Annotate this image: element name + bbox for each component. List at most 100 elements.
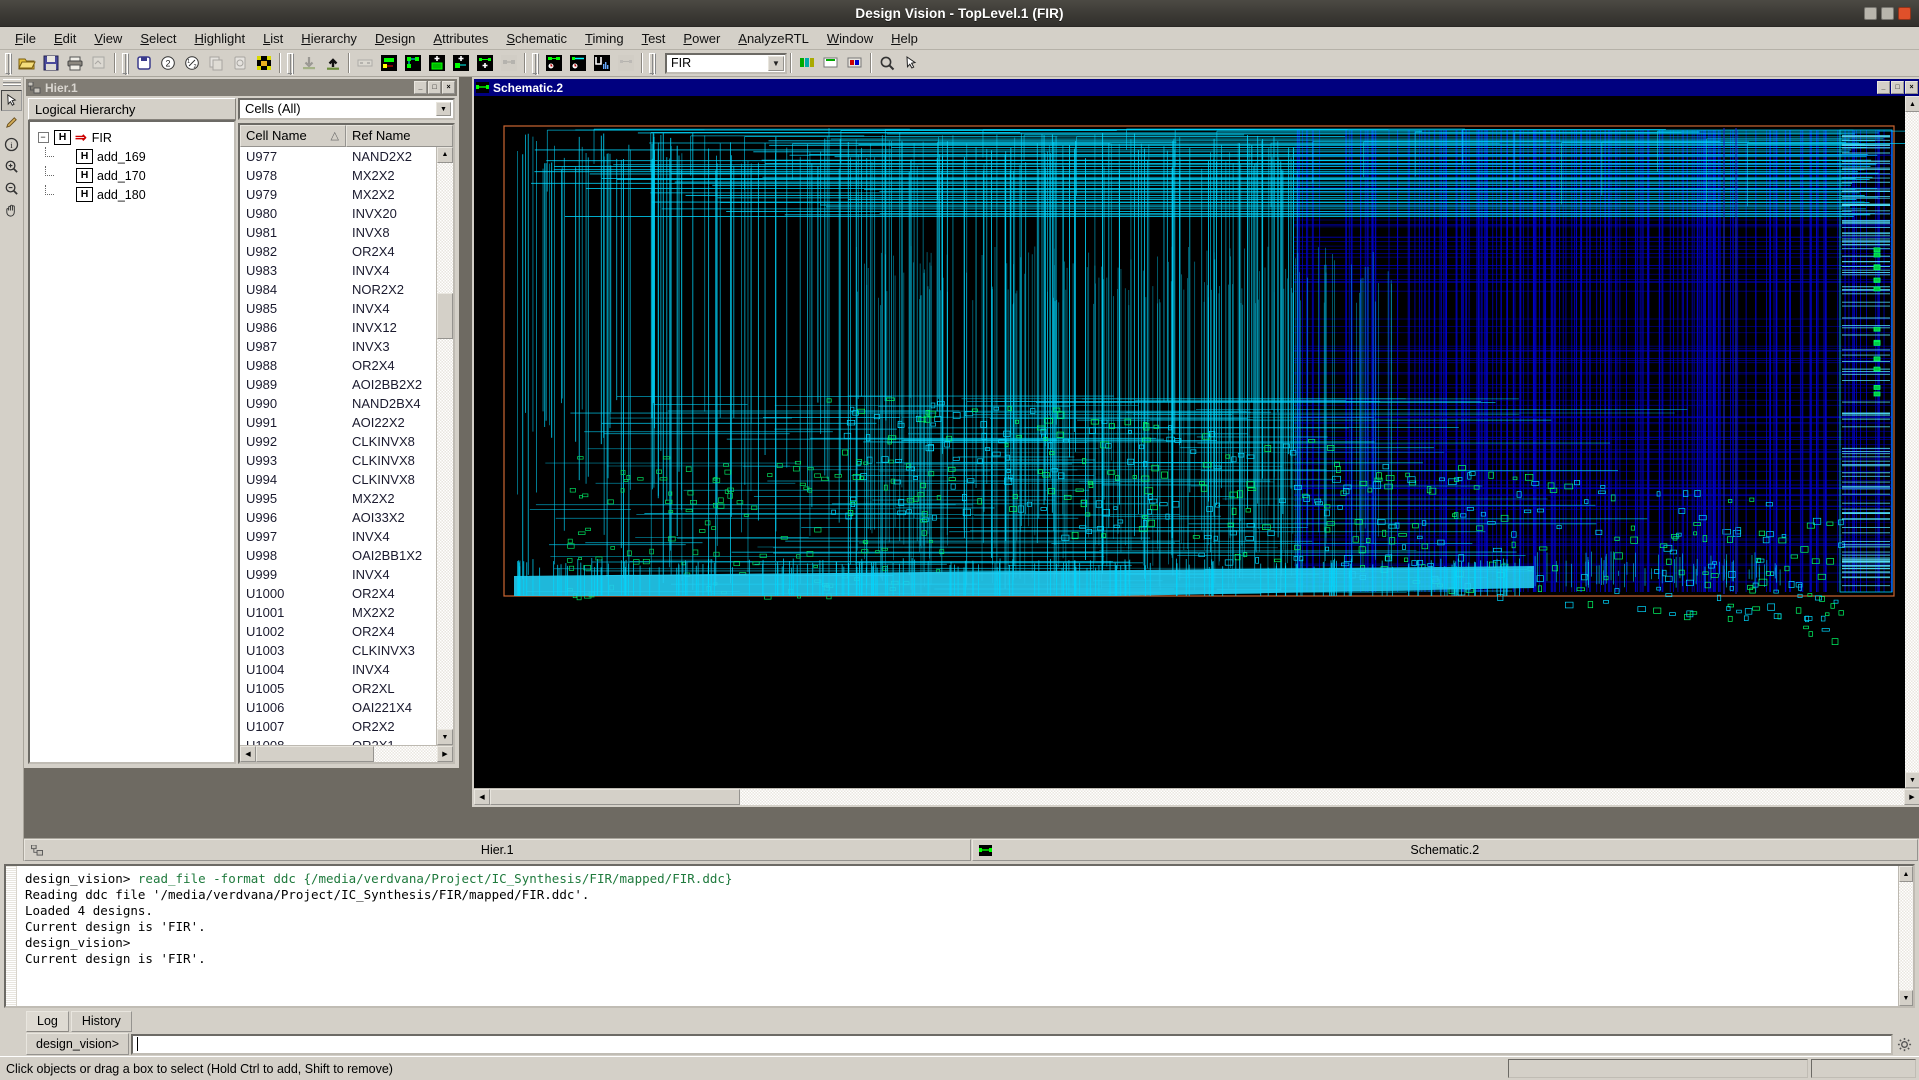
table-row[interactable]: U981 INVX8 (240, 223, 436, 242)
schematic-scroll-left-button[interactable]: ◀ (474, 789, 490, 805)
menu-list[interactable]: List (254, 29, 292, 48)
schematic-vscrollbar[interactable]: ▲ ▼ (1905, 96, 1919, 788)
table-row[interactable]: U1002 OR2X4 (240, 622, 436, 641)
menu-view[interactable]: View (85, 29, 131, 48)
table-row[interactable]: U997 INVX4 (240, 527, 436, 546)
menu-file[interactable]: File (6, 29, 45, 48)
scroll-left-button[interactable]: ◀ (240, 746, 256, 762)
remove-icon[interactable] (498, 52, 520, 74)
table-row[interactable]: U996 AOI33X2 (240, 508, 436, 527)
toolbar-grip-3[interactable] (287, 52, 294, 75)
table-row[interactable]: U998 OAI2BB1X2 (240, 546, 436, 565)
table-row[interactable]: U986 INVX12 (240, 318, 436, 337)
table-row[interactable]: U994 CLKINVX8 (240, 470, 436, 489)
schematic-minimize-button[interactable]: _ (1877, 81, 1890, 94)
zoom-in-tool[interactable] (1, 156, 22, 177)
command-input[interactable] (131, 1033, 1893, 1055)
list-cells-icon[interactable] (354, 52, 376, 74)
annotate-pencil-tool[interactable] (1, 112, 22, 133)
menu-attributes[interactable]: Attributes (424, 29, 497, 48)
log-vscroll-track[interactable] (1899, 882, 1913, 990)
table-row[interactable]: U999 INVX4 (240, 565, 436, 584)
table-row[interactable]: U989 AOI2BB2X2 (240, 375, 436, 394)
schematic-maximize-button[interactable]: □ (1891, 81, 1904, 94)
tree-item-add_170[interactable]: Hadd_170 (34, 166, 230, 185)
schematic-hscroll-thumb[interactable] (490, 789, 740, 805)
zoom-fit-icon[interactable] (876, 52, 898, 74)
highlight-toggle-icon[interactable] (844, 52, 866, 74)
table-row[interactable]: U984 NOR2X2 (240, 280, 436, 299)
schematic-net-icon[interactable] (402, 52, 424, 74)
chevron-down-icon[interactable]: ▼ (436, 102, 451, 116)
vscroll-track[interactable] (437, 162, 453, 729)
schematic-vscroll-track[interactable] (1905, 112, 1919, 772)
toolbar-grip-5[interactable] (649, 52, 656, 75)
menu-edit[interactable]: Edit (45, 29, 85, 48)
menu-schematic[interactable]: Schematic (497, 29, 576, 48)
window-maximize-button[interactable] (1881, 6, 1894, 20)
tree-item-add_169[interactable]: Hadd_169 (34, 147, 230, 166)
column-header-ref-name[interactable]: Ref Name (346, 124, 453, 147)
menu-window[interactable]: Window (818, 29, 882, 48)
history-step-2-icon[interactable]: 2 (157, 52, 179, 74)
log-scroll-up-button[interactable]: ▲ (1899, 866, 1913, 882)
cells-table-body[interactable]: U977 NAND2X2 U978 MX2X2 U979 MX2X2 U980 INVX20 U… (240, 147, 436, 745)
menu-test[interactable]: Test (633, 29, 675, 48)
table-row[interactable]: U980 INVX20 (240, 204, 436, 223)
table-row[interactable]: U1008OR2X1 (240, 736, 436, 745)
toolbar-grip-2[interactable] (122, 52, 129, 75)
copy-icon[interactable] (205, 52, 227, 74)
command-prompt-label[interactable]: design_vision> (26, 1033, 130, 1055)
hier-close-button[interactable]: × (442, 81, 455, 94)
log-vscrollbar[interactable]: ▲ ▼ (1898, 866, 1913, 1006)
tool-palette-grip[interactable] (2, 79, 21, 86)
help-pointer-icon[interactable] (900, 52, 922, 74)
schematic-cell-icon[interactable] (378, 52, 400, 74)
schematic-hscrollbar[interactable]: ◀ ▶ (474, 788, 1919, 805)
menu-analyzertl[interactable]: AnalyzeRTL (729, 29, 818, 48)
table-row[interactable]: U992 CLKINVX8 (240, 432, 436, 451)
print-icon[interactable] (64, 52, 86, 74)
cells-table-vscrollbar[interactable]: ▲ ▼ (436, 146, 453, 745)
window-close-button[interactable] (1898, 6, 1911, 20)
toolbar-grip-4[interactable] (532, 52, 539, 75)
tree-expander[interactable]: − (34, 132, 54, 143)
table-row[interactable]: U987 INVX3 (240, 337, 436, 356)
menu-timing[interactable]: Timing (576, 29, 633, 48)
table-row[interactable]: U1003 CLKINVX3 (240, 641, 436, 660)
window-minimize-button[interactable] (1864, 6, 1877, 20)
schematic-canvas[interactable] (474, 96, 1919, 788)
push-down-icon[interactable] (298, 52, 320, 74)
menu-help[interactable]: Help (882, 29, 927, 48)
table-row[interactable]: U1007 OR2X2 (240, 717, 436, 736)
add-pin-icon[interactable] (474, 52, 496, 74)
toolbar-grip[interactable] (5, 52, 12, 75)
vscroll-thumb[interactable] (437, 292, 453, 339)
table-row[interactable]: U991 AOI22X2 (240, 413, 436, 432)
menu-hierarchy[interactable]: Hierarchy (292, 29, 366, 48)
scroll-right-button[interactable]: ▶ (437, 746, 453, 762)
design-selector-combo[interactable]: FIR ▼ (665, 52, 787, 74)
highlight-color-icon[interactable] (796, 52, 818, 74)
table-row[interactable]: U995 MX2X2 (240, 489, 436, 508)
info-tool[interactable]: i (1, 134, 22, 155)
hier-minimize-button[interactable]: _ (414, 81, 427, 94)
mdi-tab-Schematic-2[interactable]: Schematic.2 (971, 839, 1918, 861)
new-design-icon[interactable] (133, 52, 155, 74)
zoom-out-tool[interactable] (1, 178, 22, 199)
highlight-clear-icon[interactable] (820, 52, 842, 74)
hscroll-track[interactable] (256, 746, 437, 762)
table-row[interactable]: U982 OR2X4 (240, 242, 436, 261)
print-preview-icon[interactable] (88, 52, 110, 74)
hier-maximize-button[interactable]: □ (428, 81, 441, 94)
select-arrow-tool[interactable] (1, 90, 22, 111)
history-fraction-icon[interactable]: 12 (181, 52, 203, 74)
table-row[interactable]: U990 NAND2BX4 (240, 394, 436, 413)
timing-path-icon[interactable] (543, 52, 565, 74)
schematic-scroll-down-button[interactable]: ▼ (1905, 772, 1919, 788)
table-row[interactable]: U977 NAND2X2 (240, 147, 436, 166)
select-region-icon[interactable] (253, 52, 275, 74)
table-row[interactable]: U979 MX2X2 (240, 185, 436, 204)
schematic-close-button[interactable]: × (1905, 81, 1918, 94)
hierarchy-tree[interactable]: − H ⇒ FIR Hadd_169 Hadd_170 Hadd_180 (28, 120, 236, 764)
